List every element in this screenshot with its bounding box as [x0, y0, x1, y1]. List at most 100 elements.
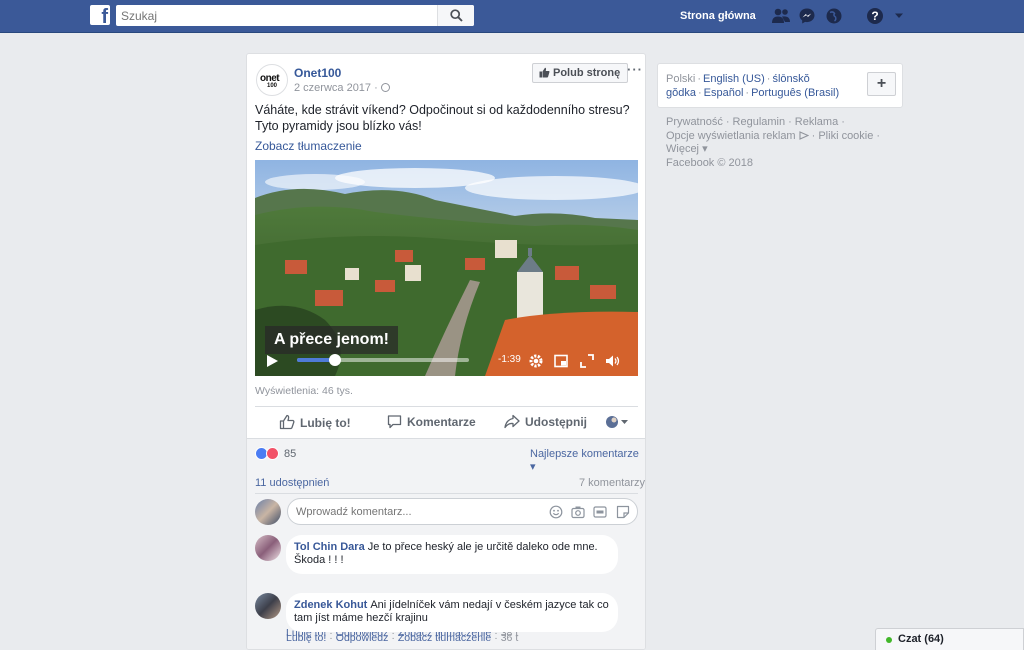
footer-link-advertising[interactable]: Reklama — [795, 116, 838, 128]
comment-sort-dropdown[interactable]: Najlepsze komentarze ▾ — [530, 448, 645, 473]
footer-link-more[interactable]: Więcej — [666, 143, 699, 155]
see-translation-link[interactable]: Zobacz tłumaczenie — [255, 139, 362, 153]
like-button[interactable]: Lubię to! — [279, 414, 351, 430]
fullscreen-icon[interactable] — [580, 354, 594, 368]
separator-dot: · — [697, 73, 702, 85]
footer-link-cookies[interactable]: Pliki cookie — [818, 130, 873, 142]
help-icon[interactable]: ? — [866, 7, 886, 25]
commenter-name[interactable]: Tol Chin Dara — [294, 541, 365, 553]
footer-link-privacy[interactable]: Prywatność — [666, 116, 723, 128]
like-page-label: Polub stronę — [553, 67, 621, 79]
post-options-button[interactable]: ··· — [627, 62, 643, 77]
search-box — [116, 5, 474, 26]
notifications-globe-icon[interactable] — [825, 7, 845, 25]
sticker-icon[interactable] — [616, 505, 630, 519]
commenter-name[interactable]: Zdenek Kohut — [294, 599, 367, 611]
search-button[interactable] — [437, 5, 474, 26]
current-language: Polski — [666, 73, 696, 85]
messenger-icon[interactable] — [798, 7, 818, 25]
commenter-avatar[interactable] — [255, 535, 281, 561]
comment-bubble-icon — [387, 415, 402, 429]
online-status-dot — [886, 637, 892, 643]
avatar-logo-number: 100 — [267, 83, 278, 89]
post-as-selector[interactable] — [605, 415, 634, 429]
comment-translate-link[interactable]: Zobacz tłumaczenie — [398, 632, 491, 644]
thumbs-up-outline-icon — [279, 414, 295, 430]
comment-reply-link[interactable]: Odpowiedz — [336, 632, 389, 644]
separator-dot: · — [766, 73, 771, 85]
video-controls: -1:39 — [255, 348, 638, 376]
footer-copyright: Facebook © 2018 — [666, 156, 753, 169]
profile-picker-icon — [606, 416, 628, 428]
comment-bubble: Zdenek Kohut Ani jídelníček vám nedají v … — [286, 593, 618, 632]
facebook-logo[interactable]: f — [90, 5, 110, 28]
comment-input-box — [287, 498, 638, 525]
share-label: Udostępnij — [525, 415, 587, 429]
separator-dot: · — [329, 632, 333, 644]
public-audience-icon — [380, 83, 390, 92]
thumbs-up-icon — [539, 67, 550, 78]
post-card: onet 100 Onet100 2 czerwca 2017 · Polub … — [246, 53, 646, 650]
video-time-remaining: -1:39 — [498, 354, 521, 365]
comments-count-link[interactable]: 7 komentarzy — [579, 477, 645, 489]
camera-icon[interactable] — [571, 505, 585, 519]
emoji-icon[interactable] — [549, 505, 563, 519]
view-count: Wyświetlenia: 46 tys. — [255, 385, 353, 397]
divider — [255, 493, 638, 494]
footer-links: Prywatność · Regulamin · Reklama · Opcje wyśw… — [666, 116, 881, 169]
comment-time[interactable]: 36 t — [501, 632, 519, 644]
page-avatar[interactable]: onet 100 — [256, 64, 288, 96]
comment-button[interactable]: Komentarze — [387, 414, 476, 429]
post-date-text: 2 czerwca 2017 · — [294, 82, 378, 94]
gif-icon[interactable] — [593, 505, 607, 519]
svg-text:?: ? — [871, 9, 878, 23]
current-user-avatar[interactable] — [255, 499, 281, 525]
separator-dot: · — [811, 129, 816, 142]
video-progress-bar[interactable] — [297, 354, 469, 366]
post-action-bar: Lubię to! Komentarze Udostępnij — [255, 406, 638, 438]
add-language-button[interactable]: + — [867, 72, 896, 96]
ad-choices-icon — [799, 130, 810, 140]
separator-dot: · — [788, 116, 792, 128]
post-date[interactable]: 2 czerwca 2017 · — [294, 82, 390, 94]
caret-down-icon[interactable] — [894, 12, 914, 30]
comment-input[interactable] — [296, 504, 536, 520]
language-link[interactable]: Português (Brasil) — [751, 87, 839, 99]
separator-dot: · — [697, 87, 702, 99]
separator-dot: · — [725, 116, 730, 128]
commenter-avatar[interactable] — [255, 593, 281, 619]
separator-dot: · — [745, 87, 750, 99]
page-name-link[interactable]: Onet100 — [294, 66, 341, 80]
facebook-logo-letter: f — [101, 6, 108, 28]
chat-bar[interactable]: Czat (64) — [875, 628, 1024, 650]
settings-gear-icon[interactable] — [529, 354, 543, 368]
language-list: Polski · English (US) · ślōnskŏ gŏdka · Españo… — [666, 72, 856, 100]
volume-icon[interactable] — [605, 354, 620, 368]
like-page-button[interactable]: Polub stronę — [532, 63, 629, 83]
picture-in-picture-icon[interactable] — [554, 354, 568, 368]
search-icon — [450, 9, 463, 22]
play-icon — [267, 355, 278, 367]
video-player[interactable]: A přece jenom! -1:39 — [255, 160, 638, 376]
home-link[interactable]: Strona główna — [680, 10, 756, 22]
shares-link[interactable]: 11 udostępnień — [255, 477, 329, 489]
like-label: Lubię to! — [300, 416, 351, 430]
chat-label: Czat (64) — [898, 633, 944, 645]
reaction-count: 85 — [284, 448, 297, 460]
share-arrow-icon — [504, 414, 520, 429]
love-reaction-icon — [266, 447, 279, 460]
separator-dot: · — [841, 116, 845, 128]
share-button[interactable]: Udostępnij — [504, 414, 587, 429]
separator-dot: · — [876, 129, 881, 142]
search-input[interactable] — [116, 5, 436, 26]
video-progress-handle[interactable] — [328, 354, 341, 366]
play-button[interactable] — [265, 354, 279, 368]
comment-label: Komentarze — [407, 415, 476, 429]
friends-icon[interactable] — [771, 7, 791, 25]
footer-link-terms[interactable]: Regulamin — [733, 116, 786, 128]
top-navigation-bar: f Strona główna ? — [0, 0, 1024, 33]
language-link[interactable]: Español — [704, 87, 744, 99]
footer-link-ad-choices[interactable]: Opcje wyświetlania reklam — [666, 130, 796, 142]
language-link[interactable]: English (US) — [703, 73, 765, 85]
comment-like-link[interactable]: Lubię to! — [286, 632, 326, 644]
